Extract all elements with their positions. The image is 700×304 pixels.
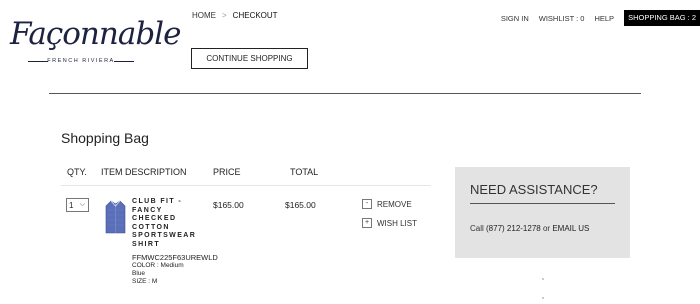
plus-icon: + [362, 218, 372, 228]
product-name[interactable]: CLUB FIT - FANCY CHECKED COTTON SPORTSWE… [132, 198, 202, 249]
wishlist-link[interactable]: WISHLIST : 0 [539, 14, 585, 23]
product-color-continued: Blue [132, 270, 146, 277]
help-link[interactable]: HELP [594, 14, 614, 23]
carousel-dot[interactable] [542, 297, 544, 299]
minus-icon: - [362, 199, 372, 209]
breadcrumb-separator: > [222, 11, 227, 20]
product-size: SIZE : M [132, 278, 158, 285]
table-header-divider [61, 185, 431, 186]
need-assistance-panel: NEED ASSISTANCE? Call (877) 212-1278 or … [455, 167, 630, 258]
breadcrumb-home-link[interactable]: HOME [192, 11, 216, 20]
phone-link[interactable]: (877) 212-1278 [486, 224, 541, 233]
column-header-qty: QTY. [67, 167, 87, 177]
email-us-link[interactable]: EMAIL US [552, 224, 589, 233]
carousel-dot[interactable] [542, 278, 544, 280]
product-name-line: SHIRT [132, 240, 160, 248]
continue-shopping-button[interactable]: CONTINUE SHOPPING [191, 48, 308, 69]
or-text: or [542, 224, 551, 233]
breadcrumb-current: CHECKOUT [232, 11, 278, 20]
brand-logo[interactable]: Façonnable FRENCH RIVIERA [10, 16, 181, 66]
column-header-total: TOTAL [290, 167, 319, 177]
product-name-line: FANCY [132, 206, 163, 214]
logo-divider-right [114, 61, 134, 62]
call-prefix: Call [470, 224, 484, 233]
column-header-price: PRICE [213, 167, 241, 177]
quantity-value: 1 [69, 200, 74, 210]
header-divider [49, 93, 641, 94]
quantity-select[interactable]: 1 ⌵ [66, 198, 89, 212]
help-contact-line: Call (877) 212-1278 or EMAIL US [470, 224, 589, 233]
help-panel-title: NEED ASSISTANCE? [470, 182, 598, 197]
wishlist-label: WISH LIST [377, 218, 418, 228]
move-to-wishlist-button[interactable]: + WISH LIST [362, 218, 417, 228]
help-panel-divider [470, 203, 615, 204]
product-name-line: SPORTSWEAR [132, 232, 197, 239]
column-header-item: ITEM DESCRIPTION [101, 167, 187, 177]
brand-wordmark: Façonnable [10, 16, 181, 52]
shopping-bag-link[interactable]: SHOPPING BAG : 2 [624, 10, 700, 26]
product-name-line: COTTON [132, 223, 170, 231]
remove-label: REMOVE [377, 199, 412, 209]
breadcrumb: HOME > CHECKOUT [192, 11, 278, 20]
item-total: $165.00 [285, 200, 316, 210]
product-sku: FFMWC225F63UREWLD [132, 253, 218, 262]
product-thumbnail[interactable] [105, 200, 126, 234]
remove-button[interactable]: - REMOVE [362, 199, 412, 209]
item-price: $165.00 [213, 200, 244, 210]
product-color: COLOR : Medium [132, 262, 184, 269]
chevron-down-icon: ⌵ [79, 201, 85, 208]
product-name-line: CHECKED [132, 215, 177, 222]
top-navigation: SIGN IN WISHLIST : 0 HELP SHOPPING BAG :… [501, 10, 700, 26]
product-name-line: CLUB FIT - [132, 198, 183, 205]
page-title: Shopping Bag [61, 130, 149, 146]
sign-in-link[interactable]: SIGN IN [501, 14, 529, 23]
